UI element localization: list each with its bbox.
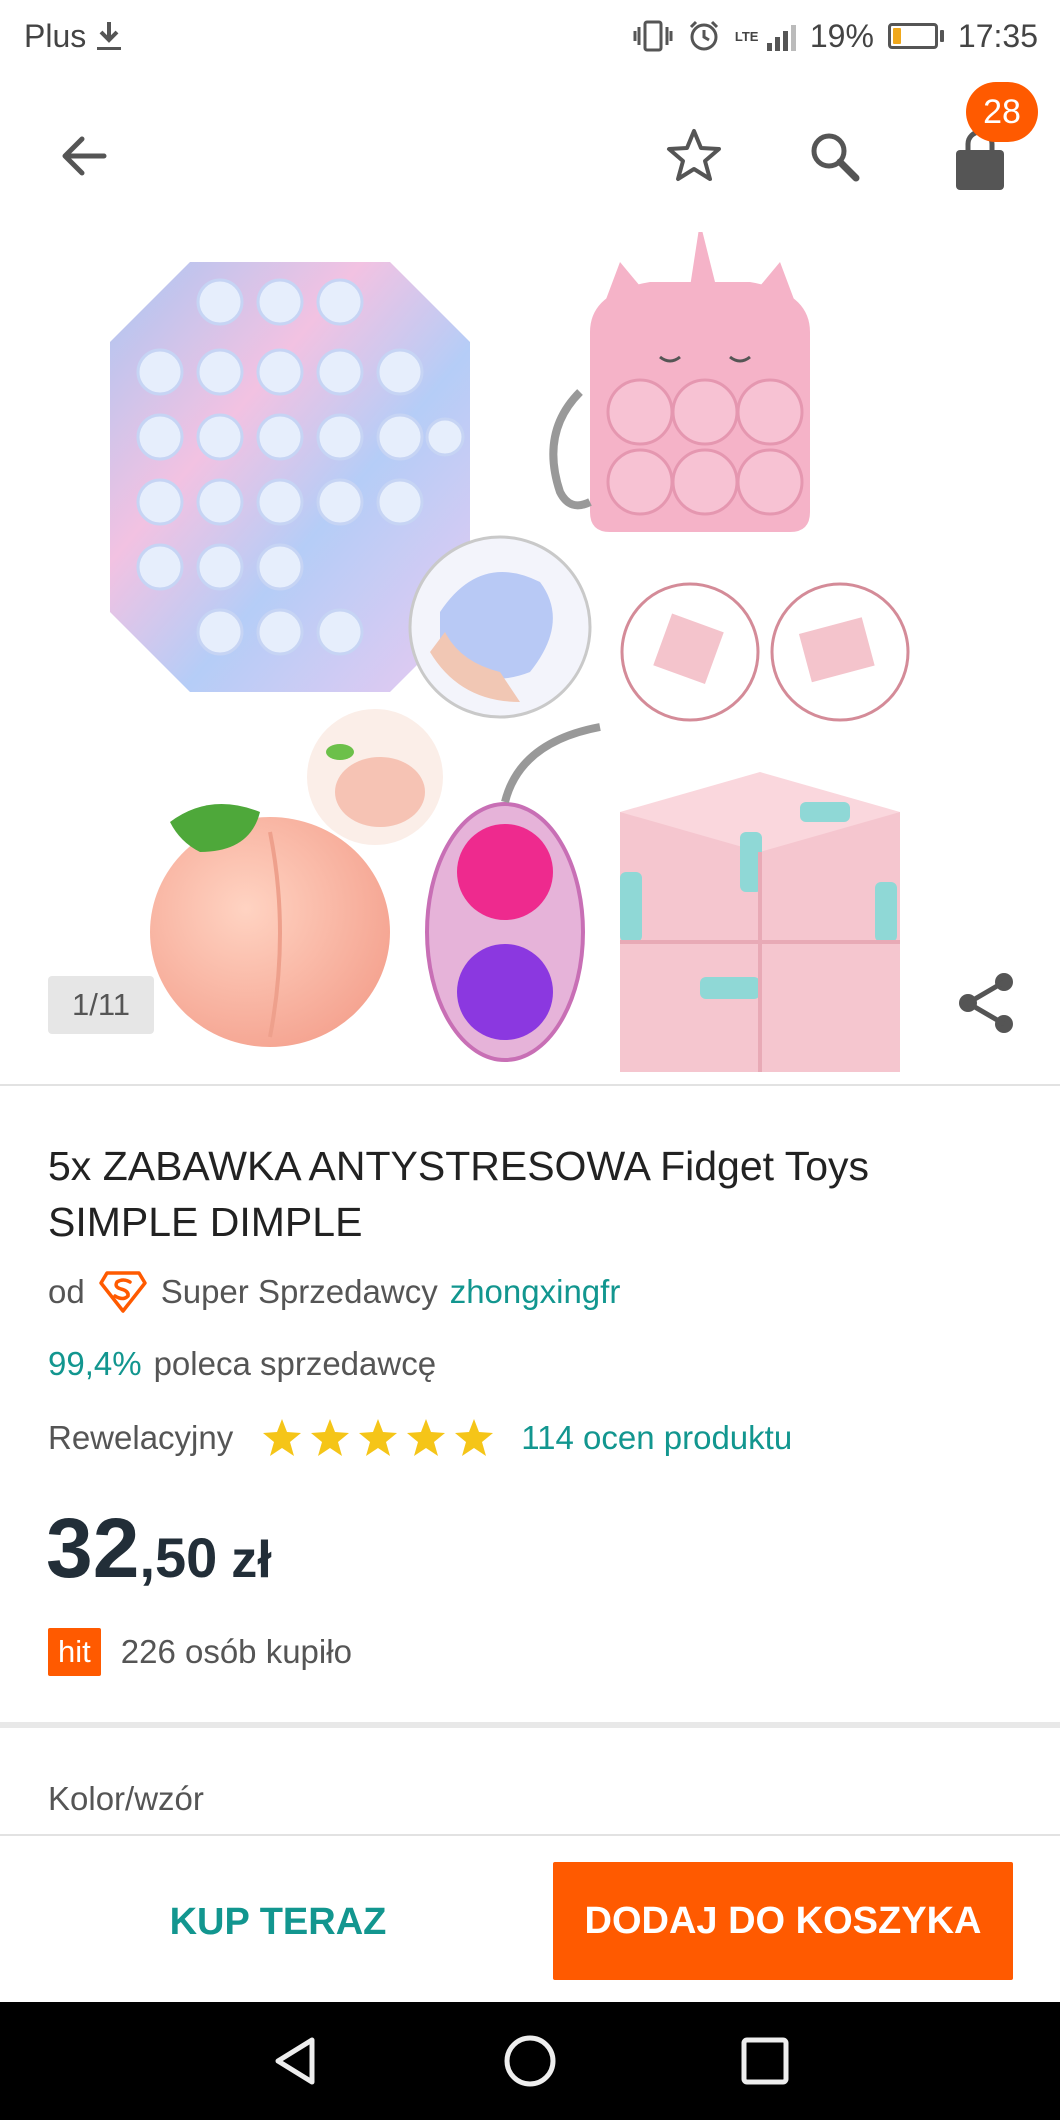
star-icon [455, 1419, 494, 1456]
rating-stars [261, 1417, 495, 1459]
network-type: LTE [734, 28, 759, 44]
super-seller-icon [98, 1271, 147, 1313]
status-bar: Plus LTE 19% 17:35 [0, 0, 1060, 72]
seller-name-link[interactable]: zhongxingfr [450, 1273, 621, 1311]
price: 32 ,50 zł [46, 1500, 272, 1597]
nav-recents-button[interactable] [730, 2026, 800, 2096]
battery-icon [887, 23, 944, 49]
share-icon [959, 973, 1013, 1033]
product-image [110, 232, 910, 1072]
signal-icon [766, 21, 796, 51]
search-button[interactable] [790, 112, 878, 200]
star-icon [359, 1419, 398, 1456]
arrow-back-icon [62, 136, 107, 176]
battery-percent: 19% [809, 17, 874, 54]
back-button[interactable] [40, 112, 128, 200]
star-icon [407, 1419, 446, 1456]
nav-back-button[interactable] [260, 2026, 330, 2096]
price-main: 32 [46, 1501, 140, 1595]
star-outline-icon [667, 129, 721, 181]
vibrate-icon [633, 20, 673, 52]
circle-home-icon [504, 2035, 556, 2087]
download-icon [97, 22, 122, 50]
cart-count-badge: 28 [966, 82, 1038, 142]
star-icon [263, 1419, 302, 1456]
recommend-percent: 99,4% [48, 1345, 142, 1382]
nav-home-button[interactable] [495, 2026, 565, 2096]
share-button[interactable] [952, 968, 1022, 1038]
section-divider [0, 1722, 1060, 1728]
rating-row: Rewelacyjny 114 ocen produktu [48, 1410, 792, 1466]
bought-count: 226 osób kupiło [120, 1633, 352, 1670]
image-counter: 1/11 [48, 976, 154, 1034]
seller-row: od Super Sprzedawcy zhongxingfr [48, 1266, 620, 1318]
status-left: Plus [24, 18, 124, 55]
rating-label: Rewelacyjny [48, 1419, 234, 1456]
price-currency: zł [231, 1531, 272, 1589]
price-fraction: ,50 [139, 1526, 218, 1589]
triangle-back-icon [275, 2037, 315, 2085]
star-icon [311, 1419, 350, 1456]
seller-badge-label: Super Sprzedawcy [160, 1273, 438, 1310]
product-image-gallery[interactable]: 1/11 [0, 232, 1060, 1084]
clock: 17:35 [957, 17, 1038, 54]
alarm-icon [689, 20, 718, 51]
recommend-row: 99,4% poleca sprzedawcę [48, 1340, 436, 1388]
popularity-row: hit 226 osób kupiło [48, 1627, 352, 1677]
buy-now-button[interactable]: KUP TERAZ [118, 1864, 438, 1980]
system-nav-bar [0, 2002, 1060, 2120]
square-recents-icon [741, 2037, 789, 2085]
carrier-name: Plus [24, 17, 87, 54]
divider [0, 1084, 1060, 1086]
reviews-link[interactable]: 114 ocen produktu [521, 1419, 792, 1457]
recommend-text: poleca sprzedawcę [153, 1345, 437, 1382]
variant-label: Kolor/wzór [48, 1780, 204, 1817]
search-icon [811, 133, 860, 182]
app-bar [0, 72, 1060, 232]
bottom-action-bar: KUP TERAZ DODAJ DO KOSZYKA [0, 1834, 1060, 2002]
add-to-cart-button[interactable]: DODAJ DO KOSZYKA [553, 1862, 1013, 1980]
status-right: LTE 19% 17:35 [633, 18, 1038, 55]
hit-badge: hit [48, 1628, 101, 1676]
favorite-button[interactable] [650, 112, 738, 200]
seller-prefix: od [48, 1273, 85, 1310]
product-title: 5x ZABAWKA ANTYSTRESOWA Fidget Toys SIMP… [48, 1143, 870, 1245]
